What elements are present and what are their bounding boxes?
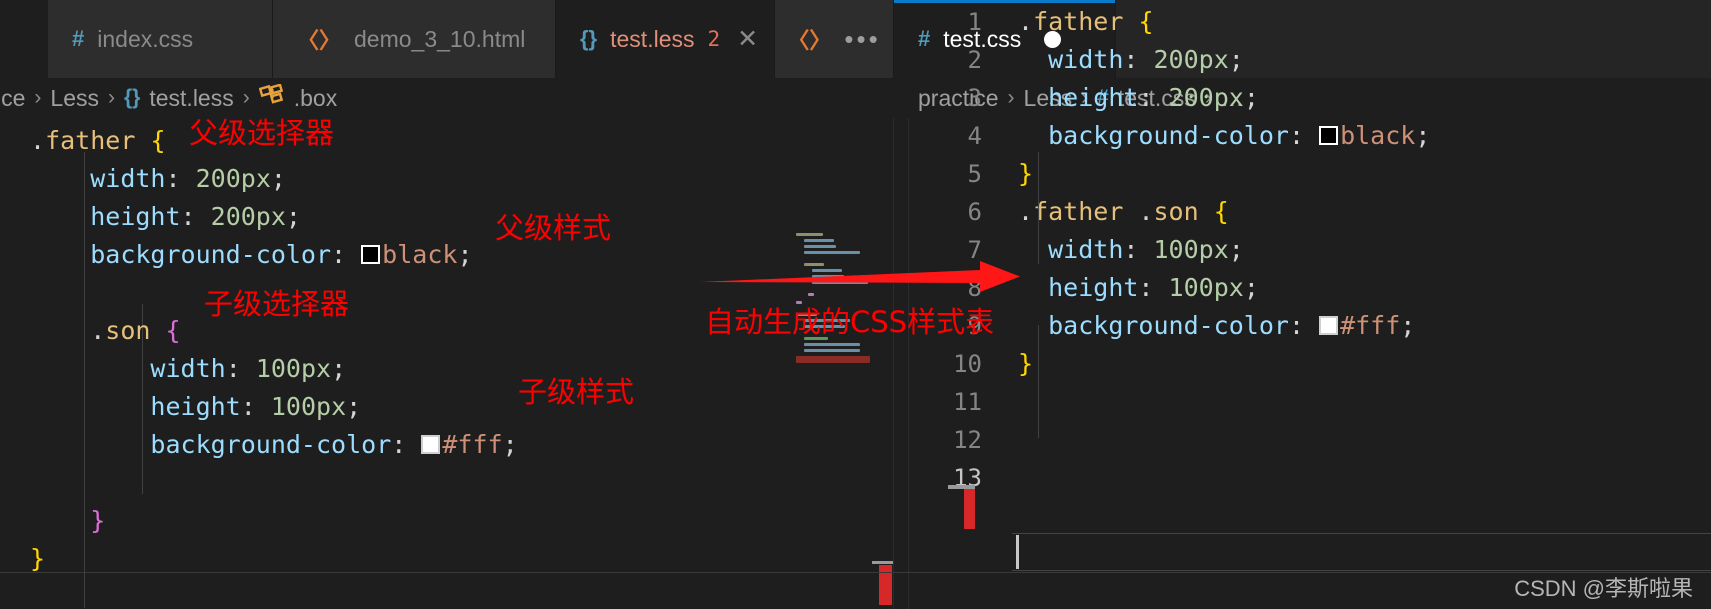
overview-ruler-marker [872, 561, 893, 564]
token-prop-background-color: background-color [1048, 121, 1289, 150]
tab-problem-badge: 2 [707, 27, 721, 51]
line-number: 1 [967, 8, 982, 36]
token-open-brace: { [150, 126, 166, 155]
token-selector-father: father [1033, 197, 1124, 226]
tab-label: index.css [97, 25, 194, 52]
line-number: 2 [967, 46, 982, 74]
token-selector-son: son [105, 316, 151, 345]
line-number: 11 [953, 388, 982, 416]
color-swatch-white[interactable] [1319, 316, 1339, 335]
token-prop-height: height [1048, 273, 1139, 302]
chevron-right-icon: › [108, 86, 115, 109]
token-val-200px: 200px [1153, 45, 1229, 74]
token-val-200px: 200px [210, 202, 286, 231]
activity-bar-strip [0, 0, 48, 78]
breadcrumb-item-folder[interactable]: ice [0, 85, 25, 112]
token-selector-son: son [1153, 197, 1199, 226]
token-val-200px: 200px [1168, 83, 1244, 112]
csdn-watermark: CSDN @李斯啦果 [1514, 576, 1693, 601]
token-val-fff: #fff [1340, 311, 1401, 340]
token-selector-father: father [1033, 7, 1124, 36]
annotation-child-style: 子级样式 [518, 375, 635, 409]
tab-index-css[interactable]: # index.css [48, 0, 273, 78]
text-cursor [1016, 535, 1019, 569]
vscode-window: # index.css 〈〉 demo_3_10.html {} test.le… [0, 0, 1711, 609]
token-close-brace: } [1018, 159, 1034, 188]
code-content-less[interactable]: .father { width: 200px; height: 200px; b… [30, 122, 518, 578]
line-number: 10 [953, 350, 982, 378]
token-val-black: black [1340, 121, 1416, 150]
annotation-child-selector: 子级选择器 [204, 287, 350, 321]
token-prop-height: height [1048, 83, 1139, 112]
hash-icon: # [918, 26, 931, 51]
token-open-brace: { [1213, 197, 1229, 226]
color-swatch-black[interactable] [1319, 126, 1339, 145]
token-val-200px: 200px [195, 164, 271, 193]
token-val-100px: 100px [1153, 235, 1229, 264]
more-icon[interactable]: ••• [844, 26, 880, 52]
breadcrumb-item-box[interactable]: .box [294, 85, 337, 112]
error-overview-marker [964, 489, 975, 529]
token-close-brace: } [90, 506, 106, 535]
token-prop-background-color: background-color [90, 240, 332, 269]
token-prop-height: height [150, 392, 241, 421]
error-overview-marker [879, 565, 892, 605]
chevron-right-icon: › [242, 86, 250, 109]
overview-ruler-border [908, 118, 909, 609]
code-content-css[interactable]: .father { width: 200px; height: 200px; b… [1018, 3, 1430, 383]
color-swatch-white[interactable] [421, 435, 441, 454]
token-val-100px: 100px [270, 392, 347, 421]
current-line-highlight [1012, 533, 1711, 571]
line-number: 12 [953, 426, 982, 454]
token-selector-father: father [45, 126, 136, 155]
token-prop-height: height [90, 202, 181, 231]
code-brackets-icon: 〈〉 [297, 28, 342, 53]
line-number: 4 [967, 122, 982, 150]
line-number: 6 [967, 198, 982, 226]
tab-label: demo_3_10.html [354, 25, 526, 52]
annotation-arrow-icon [690, 250, 1030, 314]
token-open-brace: { [165, 316, 181, 345]
close-icon[interactable]: ✕ [737, 24, 758, 54]
indent-guide [1038, 325, 1039, 438]
token-prop-width: width [90, 164, 166, 193]
braces-icon: {} [580, 26, 598, 51]
chevron-right-icon: › [1007, 86, 1015, 109]
token-val-100px: 100px [255, 354, 332, 383]
breadcrumb-item-test-less[interactable]: test.less [149, 85, 233, 112]
indent-guide [1038, 152, 1039, 264]
css-selector-icon [258, 83, 285, 112]
code-brackets-icon: 〈〉 [787, 28, 832, 53]
tab-overflow-group[interactable]: 〈〉 ••• [775, 0, 894, 78]
token-val-fff: #fff [442, 430, 503, 459]
token-prop-width: width [1048, 235, 1124, 264]
css-selector-svg [258, 83, 283, 104]
token-prop-width: width [1048, 45, 1124, 74]
hash-icon: # [72, 26, 85, 51]
token-val-black: black [382, 240, 458, 269]
breadcrumb-item-less[interactable]: Less [50, 85, 99, 112]
tab-demo-3-10-html[interactable]: 〈〉 demo_3_10.html [273, 0, 556, 78]
chevron-right-icon: › [34, 86, 42, 109]
annotation-parent-selector: 父级选择器 [189, 116, 335, 150]
token-prop-background-color: background-color [1048, 311, 1289, 340]
color-swatch-black[interactable] [361, 245, 381, 264]
token-close-brace: } [30, 544, 46, 573]
overview-ruler-marker [948, 485, 975, 489]
line-number: 5 [967, 160, 982, 188]
line-number: 3 [967, 84, 982, 112]
braces-icon: {} [124, 86, 141, 109]
token-close-brace: } [1018, 349, 1034, 378]
token-val-100px: 100px [1168, 273, 1244, 302]
annotation-parent-style: 父级样式 [495, 211, 612, 245]
token-open-brace: { [1138, 7, 1154, 36]
tab-label: test.less [610, 25, 695, 52]
bottom-divider [0, 572, 1711, 573]
editor-split-divider[interactable] [893, 118, 894, 609]
token-prop-background-color: background-color [150, 430, 392, 459]
editor-tab-bar: # index.css 〈〉 demo_3_10.html {} test.le… [0, 0, 1711, 78]
editor-pane-test-less[interactable]: .father { width: 200px; height: 200px; b… [0, 118, 893, 609]
tab-test-less[interactable]: {} test.less 2 ✕ [556, 0, 775, 78]
token-prop-width: width [150, 354, 226, 383]
